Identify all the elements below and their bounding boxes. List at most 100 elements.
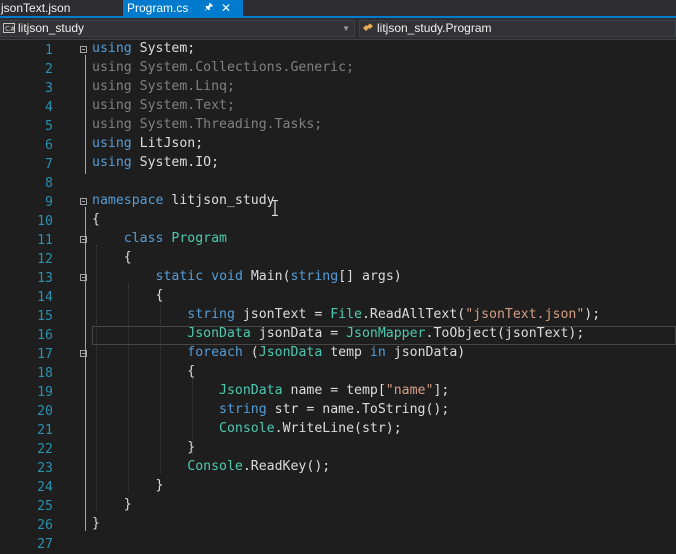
code-line-1[interactable]: using System; [92,41,195,56]
collapse-icon[interactable] [80,46,87,53]
unused-using: using System.Collections.Generic; [92,60,355,75]
line-number: 2 [45,62,53,77]
string-literal: "jsonText.json" [465,307,585,322]
code-text: jsonData) [385,345,466,360]
tab-label: Program.cs [127,1,189,15]
unused-using: using System.Linq; [92,79,235,94]
code-text: .ToObject(jsonText); [425,326,585,341]
code-text: LitJson; [131,136,204,151]
unused-using: using System.Text; [92,98,235,113]
line-number: 3 [45,81,53,96]
code-line-7[interactable]: using System.IO; [92,155,219,170]
code-text: str = name.ToString(); [266,402,450,417]
line-number: 15 [37,309,53,324]
collapse-icon[interactable] [80,274,87,281]
line-number: 9 [45,195,53,210]
code-text: [] args) [338,269,402,284]
navigation-bar: C# litjson_study ▼ litjson_study.Program [0,18,676,40]
close-icon[interactable]: ✕ [221,0,231,16]
code-editor[interactable]: 1 2 3 4 5 6 7 8 9 10 11 12 13 14 15 16 1… [0,41,676,552]
line-number: 11 [37,233,53,248]
keyword: in [369,345,386,360]
code-line-23[interactable]: Console.ReadKey(); [92,459,330,474]
code-line-26[interactable]: } [92,516,100,531]
code-text: .ReadKey(); [242,459,331,474]
collapse-icon[interactable] [80,198,87,205]
line-number: 7 [45,157,53,172]
code-line-20[interactable]: string str = name.ToString(); [92,402,449,417]
keyword: void [211,269,243,284]
collapse-icon[interactable] [80,350,87,357]
code-text: } [92,516,100,531]
line-number: 12 [37,252,53,267]
unused-using: using System.Threading.Tasks; [92,117,323,132]
line-number: 23 [37,461,53,476]
code-line-25[interactable]: } [92,497,132,512]
code-line-4[interactable]: using System.Text; [92,98,235,113]
line-number: 22 [37,442,53,457]
code-text: ]; [433,383,450,398]
code-text: } [123,497,132,512]
type-name: JsonData [258,345,323,360]
string-literal: "name" [385,383,434,398]
code-line-15[interactable]: string jsonText = File.ReadAllText("json… [92,307,600,322]
code-line-17[interactable]: foreach (JsonData temp in jsonData) [92,345,465,360]
line-number: 16 [37,328,53,343]
code-text: System; [131,41,196,56]
line-number: 6 [45,138,53,153]
line-number: 25 [37,499,53,514]
code-line-24[interactable]: } [92,478,164,493]
tab-jsontext-json[interactable]: jsonText.json [0,0,119,16]
code-text: } [155,478,164,493]
code-text: jsonData = [250,326,347,341]
code-line-14[interactable]: { [92,288,164,303]
code-line-18[interactable]: { [92,364,195,379]
line-number: 26 [37,518,53,533]
pin-icon[interactable]: 🖈 [204,0,213,16]
keyword: using [92,155,132,170]
project-dropdown[interactable]: C# litjson_study ▼ [0,20,355,37]
code-line-3[interactable]: using System.Linq; [92,79,235,94]
keyword: foreach [187,345,243,360]
code-line-5[interactable]: using System.Threading.Tasks; [92,117,322,132]
project-name: litjson_study [18,21,85,35]
code-line-22[interactable]: } [92,440,195,455]
keyword: string [219,402,267,417]
code-line-19[interactable]: JsonData name = temp["name"]; [92,383,449,398]
type-dropdown[interactable]: litjson_study.Program [359,20,676,37]
document-tab-strip: jsonText.json Program.cs 🖈 ✕ [0,0,676,18]
line-number: 10 [37,214,53,229]
code-text: { [187,364,196,379]
code-line-2[interactable]: using System.Collections.Generic; [92,60,354,75]
code-line-13[interactable]: static void Main(string[] args) [92,269,402,284]
code-line-16[interactable]: JsonData jsonData = JsonMapper.ToObject(… [92,326,584,341]
code-text: System.IO; [131,155,220,170]
code-line-21[interactable]: Console.WriteLine(str); [92,421,402,436]
line-number: 17 [37,347,53,362]
csharp-project-icon: C# [3,23,15,33]
keyword: string [187,307,235,322]
code-text: { [155,288,164,303]
line-number: 19 [37,385,53,400]
collapse-icon[interactable] [80,236,87,243]
keyword: string [290,269,339,284]
line-number: 24 [37,480,53,495]
code-line-10[interactable]: { [92,212,100,227]
line-number: 4 [45,100,53,115]
tab-label: jsonText.json [1,1,71,15]
type-name: Console [219,421,275,436]
code-line-6[interactable]: using LitJson; [92,136,203,151]
code-text: ); [584,307,601,322]
line-number: 13 [37,271,53,286]
line-number: 21 [37,423,53,438]
code-line-9[interactable]: namespace litjson_study [92,193,275,208]
chevron-down-icon: ▼ [342,24,350,33]
line-number: 20 [37,404,53,419]
code-line-11[interactable]: class Program [92,231,227,246]
tab-program-cs[interactable]: Program.cs 🖈 ✕ [123,0,243,16]
line-number: 5 [45,119,53,134]
code-line-12[interactable]: { [92,250,132,265]
code-text: } [187,440,196,455]
keyword: using [92,136,132,151]
line-number: 8 [45,176,53,191]
